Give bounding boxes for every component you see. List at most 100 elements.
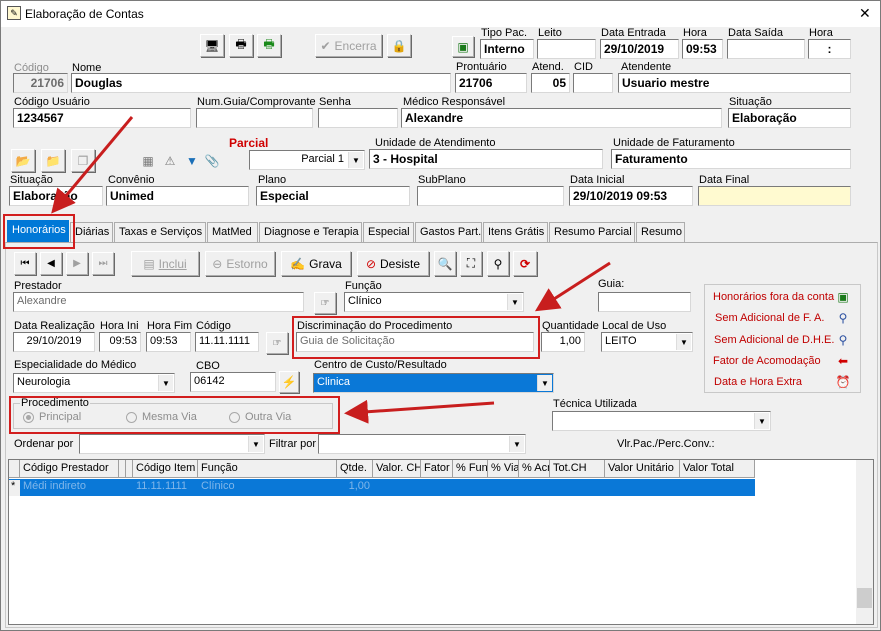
data-inicial-field[interactable]: 29/10/2019 09:53 (569, 186, 693, 206)
lock-button[interactable]: 🔒 (387, 34, 411, 57)
tab-resumo[interactable]: Resumo (636, 222, 685, 242)
warning-icon[interactable]: ⚠ (160, 151, 180, 171)
atendente-field[interactable]: Usuario mestre (618, 73, 851, 93)
last-record-button[interactable]: ⏭ (92, 252, 114, 275)
subplano-field[interactable] (417, 186, 564, 206)
desiste-button[interactable]: ⊘ Desiste (357, 251, 429, 276)
tab-matmed[interactable]: MatMed (207, 222, 258, 242)
data-realizacao-field[interactable]: 29/10/2019 (13, 332, 95, 352)
col-valor-unitario[interactable]: Valor Unitário (605, 460, 680, 478)
data-final-field[interactable] (698, 186, 851, 206)
link-honorarios-fora[interactable]: Honorários fora da conta (713, 291, 834, 303)
encerra-button[interactable]: ✔ Encerra (315, 34, 382, 57)
nome-field[interactable]: Douglas (71, 73, 451, 93)
col-perc-via[interactable]: % Via (488, 460, 519, 478)
col-codigo-prestador[interactable]: Código Prestador (20, 460, 119, 478)
codigo-usuario-field[interactable]: 1234567 (13, 108, 191, 128)
scrollbar-thumb[interactable] (857, 588, 872, 608)
patient-button[interactable]: ▣ (452, 36, 474, 57)
print-button[interactable]: 🖶 (229, 34, 253, 57)
plano-field[interactable]: Especial (256, 186, 410, 206)
local-uso-combo[interactable]: LEITO ▼ (601, 332, 693, 352)
calculator-icon[interactable]: ▦ (138, 151, 158, 171)
tecnica-combo[interactable]: ▼ (552, 411, 771, 431)
centro-custo-combo[interactable]: Clinica ▼ (313, 373, 554, 393)
items-grid[interactable]: Código Prestador Código Item Função Qtde… (8, 459, 874, 625)
prontuario-field[interactable]: 21706 (455, 73, 527, 93)
ordenar-combo[interactable]: ▼ (79, 434, 265, 454)
col-perc-fun[interactable]: % Fun (453, 460, 488, 478)
quantidade-field[interactable]: 1,00 (541, 332, 585, 352)
tab-gastos-part[interactable]: Gastos Part. (415, 222, 482, 242)
link-fator-acomodacao[interactable]: Fator de Acomodação (713, 355, 821, 367)
col-funcao[interactable]: Função (198, 460, 337, 478)
cell-codigo-prestador[interactable]: Médi indireto (20, 480, 119, 496)
config-button[interactable]: 🖥 (200, 34, 224, 57)
data-saida-field[interactable] (727, 39, 805, 59)
table-row[interactable] (9, 479, 755, 496)
col-fator[interactable]: Fator (421, 460, 453, 478)
senha-field[interactable] (318, 108, 398, 128)
refresh-button[interactable]: ⟳ (513, 251, 537, 276)
codigo-lookup-button[interactable]: ☞ (266, 332, 288, 354)
link-sem-adicional-dhe[interactable]: Sem Adicional de D.H.E. (714, 334, 834, 346)
tab-taxas-servicos[interactable]: Taxas e Serviços (114, 222, 206, 242)
open-folder-button[interactable]: 📂 (11, 149, 35, 172)
col-tot-ch[interactable]: Tot.CH (550, 460, 605, 478)
prev-record-button[interactable]: ◀ (40, 252, 62, 275)
hora-ini-field[interactable]: 09:53 (99, 332, 141, 352)
link-data-hora-extra[interactable]: Data e Hora Extra (714, 376, 802, 388)
data-entrada-field[interactable]: 29/10/2019 (600, 39, 679, 59)
convenio-field[interactable]: Unimed (106, 186, 249, 206)
close-button[interactable]: ✕ (859, 5, 871, 22)
col-blank-1[interactable] (119, 460, 126, 478)
funcao-combo[interactable]: Clínico ▼ (344, 292, 524, 312)
filter-icon[interactable]: ▼ (182, 151, 202, 171)
grava-button[interactable]: ✍ Grava (281, 251, 351, 276)
medico-field[interactable]: Alexandre (401, 108, 722, 128)
estorno-button[interactable]: ⊖ Estorno (205, 251, 275, 276)
prestador-field[interactable]: Alexandre (13, 292, 304, 312)
link-sem-adicional-fa[interactable]: Sem Adicional de F. A. (715, 312, 824, 324)
zoom-button[interactable]: 🔍 (434, 251, 456, 276)
num-guia-field[interactable] (196, 108, 313, 128)
binoculars-button[interactable]: ⛶ (460, 251, 482, 276)
col-blank-2[interactable] (126, 460, 133, 478)
cell-qtde[interactable]: 1,00 (337, 480, 373, 496)
vertical-scrollbar[interactable] (856, 460, 873, 624)
col-valor-total[interactable]: Valor Total (680, 460, 755, 478)
col-qtde[interactable]: Qtde. (337, 460, 373, 478)
atend-field[interactable]: 05 (531, 73, 570, 93)
tab-resumo-parcial[interactable]: Resumo Parcial (549, 222, 635, 242)
prestador-lookup-button[interactable]: ☞ (314, 292, 336, 314)
tab-diarias[interactable]: Diárias (70, 222, 113, 242)
tipo-pac-field[interactable]: Interno (480, 39, 534, 59)
hora-field[interactable]: 09:53 (682, 39, 723, 59)
cell-funcao[interactable]: Clínico (198, 480, 337, 496)
search-user-button[interactable]: ⚲ (487, 251, 509, 276)
leito-field[interactable] (537, 39, 596, 59)
unidade-atendimento-field[interactable]: 3 - Hospital (369, 149, 603, 169)
inclui-button[interactable]: ▤ Inclui (131, 251, 199, 276)
col-perc-acr[interactable]: % Acr (519, 460, 550, 478)
cell-codigo-item[interactable]: 11.11.1111 (133, 480, 198, 496)
print-green-button[interactable]: 🖶 (257, 34, 281, 57)
tab-itens-gratis[interactable]: Itens Grátis (483, 222, 548, 242)
col-valor-ch[interactable]: Valor. CH (373, 460, 421, 478)
guia-field[interactable] (598, 292, 691, 312)
unidade-faturamento-field[interactable]: Faturamento (611, 149, 851, 169)
next-record-button[interactable]: ▶ (66, 252, 88, 275)
codigo-proc-field[interactable]: 11.11.1111 (195, 332, 259, 352)
paperclip-icon[interactable]: 📎 (204, 151, 220, 171)
folder-button[interactable]: 📁 (41, 149, 65, 172)
hora-fim-field[interactable]: 09:53 (146, 332, 191, 352)
col-codigo-item[interactable]: Código Item (133, 460, 198, 478)
tab-especial[interactable]: Especial (363, 222, 414, 242)
tab-diagnose-terapia[interactable]: Diagnose e Terapia (259, 222, 362, 242)
especialidade-combo[interactable]: Neurologia ▼ (13, 373, 175, 393)
parcial-combo[interactable]: Parcial 1 ▼ (249, 150, 365, 170)
cbo-field[interactable]: 06142 (190, 372, 276, 392)
cid-field[interactable] (573, 73, 613, 93)
first-record-button[interactable]: ⏮ (14, 252, 36, 275)
copy-button[interactable]: ❐ (71, 149, 95, 172)
